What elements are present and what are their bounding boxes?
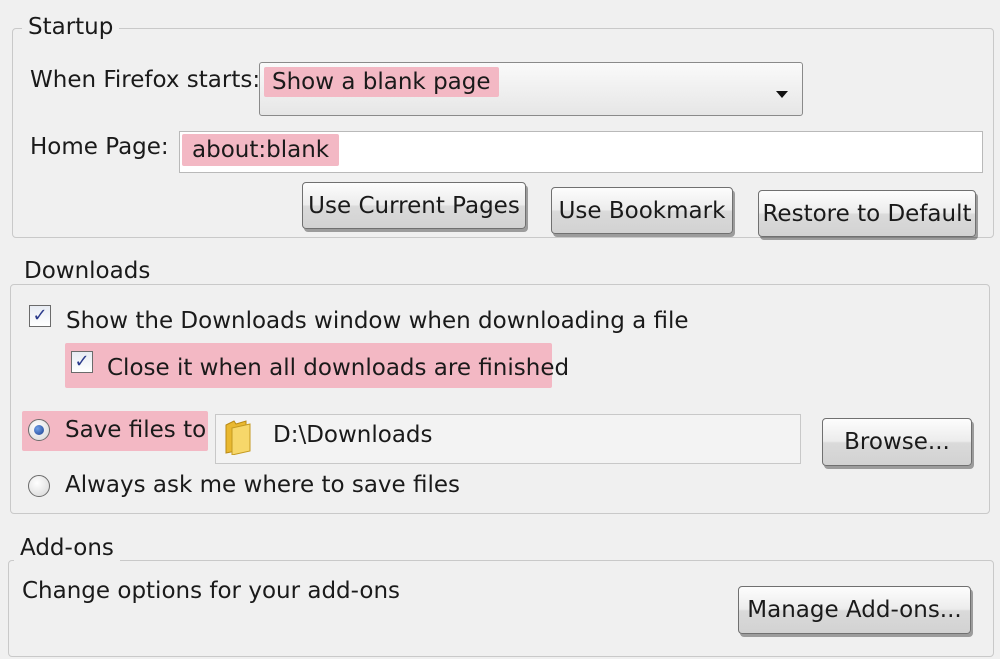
show-downloads-label: Show the Downloads window when downloadi… bbox=[66, 308, 689, 334]
when-firefox-starts-label: When Firefox starts: bbox=[30, 67, 261, 93]
download-folder-path: D:\Downloads bbox=[273, 422, 433, 448]
restore-to-default-button[interactable]: Restore to Default bbox=[758, 190, 976, 237]
downloads-legend: Downloads bbox=[18, 258, 157, 284]
addons-legend: Add-ons bbox=[14, 535, 120, 561]
startup-legend: Startup bbox=[22, 14, 120, 40]
folder-icon bbox=[225, 420, 251, 455]
save-files-radio[interactable] bbox=[28, 419, 50, 441]
startup-page-value: Show a blank page bbox=[264, 67, 499, 97]
always-ask-label: Always ask me where to save files bbox=[65, 472, 461, 498]
always-ask-radio[interactable] bbox=[28, 475, 50, 497]
save-files-label: Save files to bbox=[65, 417, 207, 443]
addons-description: Change options for your add-ons bbox=[22, 578, 401, 604]
radio-selected-dot bbox=[34, 425, 44, 435]
show-downloads-checkbox[interactable]: ✓ bbox=[29, 305, 51, 327]
close-when-finished-label: Close it when all downloads are finished bbox=[107, 355, 570, 381]
close-when-finished-checkbox[interactable]: ✓ bbox=[71, 351, 93, 373]
use-current-pages-button[interactable]: Use Current Pages bbox=[302, 182, 526, 229]
checkmark-icon: ✓ bbox=[32, 305, 48, 326]
chevron-down-icon bbox=[776, 91, 788, 98]
use-bookmark-button[interactable]: Use Bookmark bbox=[551, 187, 733, 234]
manage-addons-button[interactable]: Manage Add-ons... bbox=[738, 586, 971, 634]
checkmark-icon: ✓ bbox=[74, 351, 90, 372]
home-page-label: Home Page: bbox=[30, 134, 169, 160]
home-page-value: about:blank bbox=[182, 134, 340, 166]
startup-page-select[interactable]: Show a blank page bbox=[259, 62, 803, 116]
home-page-field[interactable]: about:blank bbox=[179, 131, 983, 173]
browse-button[interactable]: Browse... bbox=[822, 418, 972, 466]
download-folder-field[interactable]: D:\Downloads bbox=[215, 414, 801, 464]
